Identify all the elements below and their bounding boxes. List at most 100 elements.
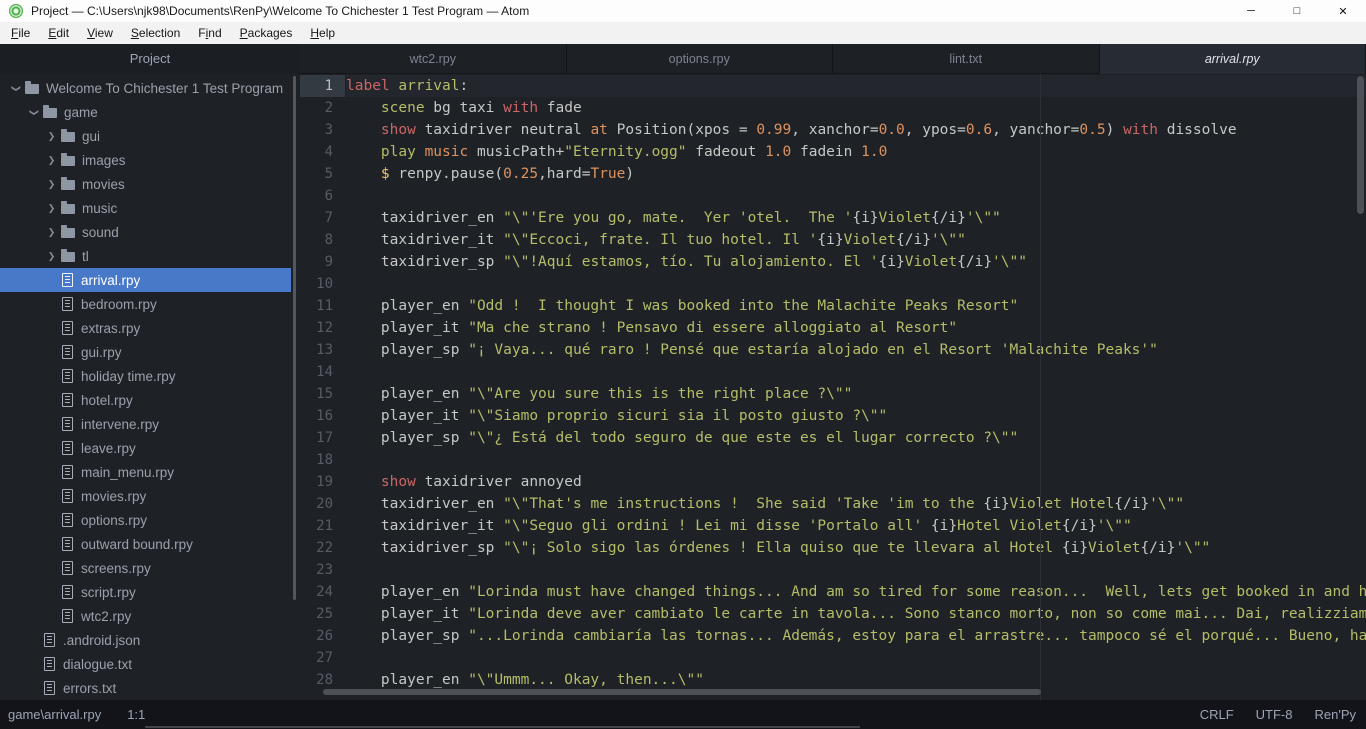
tree-item-label: arrival.rpy [81,273,140,288]
code-line-28[interactable]: player_en "\"Ummm... Okay, then...\"" [346,669,1366,691]
code-line-16[interactable]: player_it "\"Siamo proprio sicuri sia il… [346,405,1366,427]
code-line-25[interactable]: player_it "Lorinda deve aver cambiato le… [346,603,1366,625]
file-icon [62,369,73,383]
code-line-26[interactable]: player_sp "...Lorinda cambiaría las torn… [346,625,1366,647]
menu-find[interactable]: Find [189,22,230,44]
folder-icon [25,84,39,94]
tree-item-images[interactable]: ❯images [0,148,300,172]
code-line-2[interactable]: scene bg taxi with fade [346,97,1366,119]
tree-item-arrival-rpy[interactable]: arrival.rpy [0,268,291,292]
tree-item-movies[interactable]: ❯movies [0,172,300,196]
code-line-23[interactable] [346,559,1366,581]
tree-item-game[interactable]: ❯ game [0,100,300,124]
tree-item-dialogue-txt[interactable]: dialogue.txt [0,652,300,676]
project-tree-panel: Project ❯Welcome To Chichester 1 Test Pr… [0,44,300,700]
maximize-button[interactable]: □ [1274,0,1320,22]
tree-item-main-menu-rpy[interactable]: main_menu.rpy [0,460,300,484]
status-ren-py[interactable]: Ren'Py [1314,707,1356,722]
chevron-icon[interactable]: ❯ [43,203,60,214]
menu-selection[interactable]: Selection [122,22,189,44]
code-line-15[interactable]: player_en "\"Are you sure this is the ri… [346,383,1366,405]
tree-item-leave-rpy[interactable]: leave.rpy [0,436,300,460]
chevron-icon[interactable]: ❯ [7,83,24,94]
menu-edit[interactable]: Edit [39,22,78,44]
tree-item-tl[interactable]: ❯tl [0,244,300,268]
tree-item-label: game [64,105,98,120]
tree-item-script-rpy[interactable]: script.rpy [0,580,300,604]
code-line-20[interactable]: taxidriver_en "\"That's me instructions … [346,493,1366,515]
code-line-4[interactable]: play music musicPath+"Eternity.ogg" fade… [346,141,1366,163]
tab-arrival-rpy[interactable]: arrival.rpy [1100,44,1366,74]
tab-lint-txt[interactable]: lint.txt [833,44,1100,74]
tree-item-errors-txt[interactable]: errors.txt [0,676,300,700]
chevron-icon[interactable]: ❯ [43,251,60,262]
status-cursor-position[interactable]: 1:1 [127,707,145,722]
close-button[interactable]: ✕ [1320,0,1366,22]
code-line-14[interactable] [346,361,1366,383]
code-line-11[interactable]: player_en "Odd ! I thought I was booked … [346,295,1366,317]
tree-item-welcome-to-chichester-1-test-program[interactable]: ❯Welcome To Chichester 1 Test Program [0,76,300,100]
tree-item-label: options.rpy [81,513,147,528]
menu-view[interactable]: View [78,22,122,44]
tree-item-intervene-rpy[interactable]: intervene.rpy [0,412,300,436]
code-line-18[interactable] [346,449,1366,471]
code-area[interactable]: label arrival: scene bg taxi with fade s… [345,74,1366,700]
tree-item-options-rpy[interactable]: options.rpy [0,508,300,532]
tree-item-gui[interactable]: ❯gui [0,124,300,148]
code-line-21[interactable]: taxidriver_it "\"Seguo gli ordini ! Lei … [346,515,1366,537]
tab-wtc2-rpy[interactable]: wtc2.rpy [300,44,567,74]
line-number: 11 [300,295,345,317]
tree-item-movies-rpy[interactable]: movies.rpy [0,484,300,508]
tree-item-holiday-time-rpy[interactable]: holiday time.rpy [0,364,300,388]
file-icon [62,489,73,503]
menu-help[interactable]: Help [301,22,344,44]
tree-item-hotel-rpy[interactable]: hotel.rpy [0,388,300,412]
code-line-27[interactable] [346,647,1366,669]
tree-item-sound[interactable]: ❯ sound [0,220,300,244]
chevron-icon[interactable]: ❯ [43,179,60,190]
chevron-icon[interactable]: ❯ [43,227,60,238]
tree-item-outward-bound-rpy[interactable]: outward bound.rpy [0,532,300,556]
code-line-19[interactable]: show taxidriver annoyed [346,471,1366,493]
code-line-24[interactable]: player_en "Lorinda must have changed thi… [346,581,1366,603]
tree-item-label: screens.rpy [81,561,151,576]
tree-item-label: sound [82,225,119,240]
code-line-9[interactable]: taxidriver_sp "\"!Aquí estamos, tío. Tu … [346,251,1366,273]
line-number: 26 [300,625,345,647]
tree-item-music[interactable]: ❯music [0,196,300,220]
tree-item-screens-rpy[interactable]: screens.rpy [0,556,300,580]
tree-item-bedroom-rpy[interactable]: bedroom.rpy [0,292,300,316]
code-line-13[interactable]: player_sp "¡ Vaya... qué raro ! Pensé qu… [346,339,1366,361]
chevron-icon[interactable]: ❯ [43,131,60,142]
code-line-5[interactable]: $ renpy.pause(0.25,hard=True) [346,163,1366,185]
line-number: 10 [300,273,345,295]
tree-item-gui-rpy[interactable]: gui.rpy [0,340,300,364]
chevron-icon[interactable]: ❯ [43,155,60,166]
chevron-icon[interactable]: ❯ [25,107,42,118]
code-line-3[interactable]: show taxidriver neutral at Position(xpos… [346,119,1366,141]
tree-scrollbar[interactable] [293,76,296,600]
tab-options-rpy[interactable]: options.rpy [567,44,834,74]
tree-item-wtc2-rpy[interactable]: wtc2.rpy [0,604,300,628]
code-line-7[interactable]: taxidriver_en "\"'Ere you go, mate. Yer … [346,207,1366,229]
code-line-1[interactable]: label arrival: [346,75,1366,97]
menu-packages[interactable]: Packages [231,22,302,44]
editor-vertical-scrollbar[interactable] [1357,76,1364,214]
minimize-button[interactable]: ─ [1228,0,1274,22]
folder-icon [61,132,75,142]
tree-item-label: wtc2.rpy [81,609,131,624]
menu-file[interactable]: File [2,22,39,44]
status-utf-8[interactable]: UTF-8 [1256,707,1293,722]
code-line-12[interactable]: player_it "Ma che strano ! Pensavo di es… [346,317,1366,339]
text-editor[interactable]: 1234567891011121314151617181920212223242… [300,74,1366,700]
status-crlf[interactable]: CRLF [1200,707,1234,722]
editor-horizontal-scrollbar[interactable] [323,689,1041,695]
code-line-17[interactable]: player_sp "\"¿ Está del todo seguro de q… [346,427,1366,449]
code-line-22[interactable]: taxidriver_sp "\"¡ Solo sigo las órdenes… [346,537,1366,559]
code-line-8[interactable]: taxidriver_it "\"Eccoci, frate. Il tuo h… [346,229,1366,251]
tree-item-extras-rpy[interactable]: extras.rpy [0,316,300,340]
code-line-10[interactable] [346,273,1366,295]
file-icon [44,633,55,647]
code-line-6[interactable] [346,185,1366,207]
tree-item-android-json[interactable]: .android.json [0,628,300,652]
